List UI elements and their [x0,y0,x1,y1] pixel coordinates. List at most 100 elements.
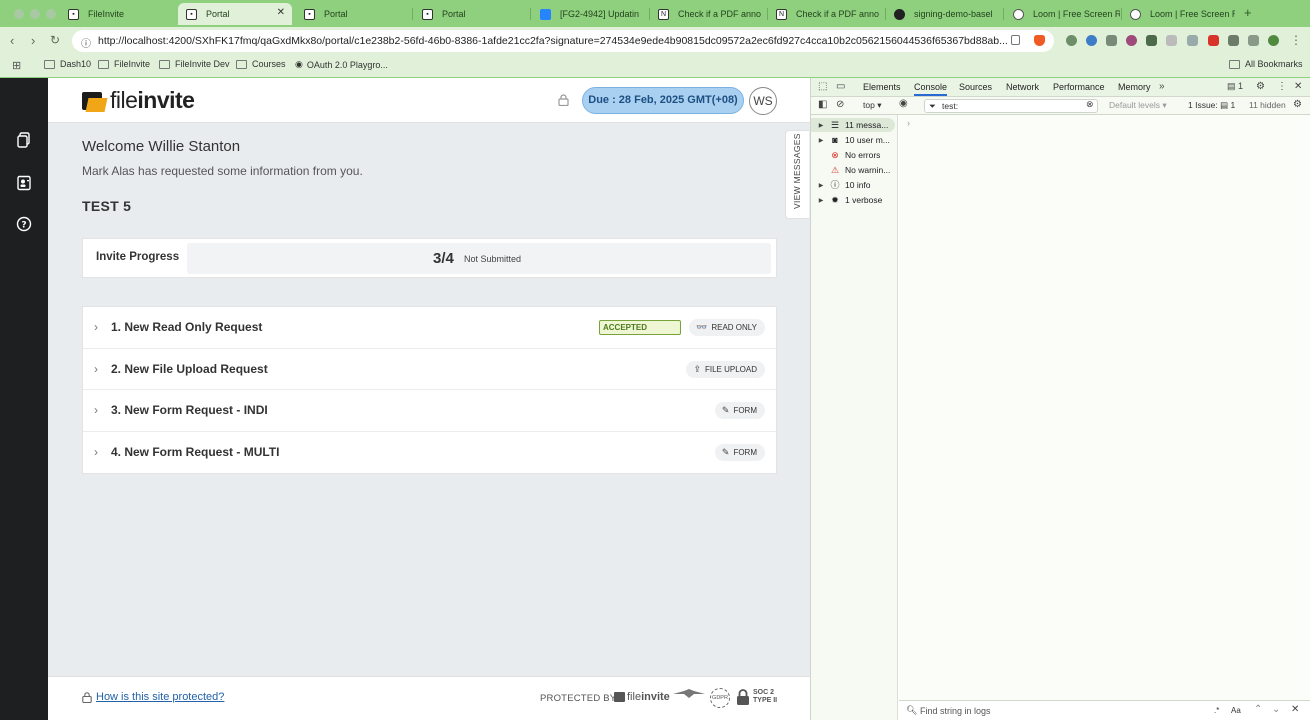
menu-dots-icon[interactable]: ⋮ [1290,33,1302,47]
notion-favicon-icon: N [776,8,787,20]
find-next-icon[interactable]: ⌄ [1272,704,1280,715]
tab-console[interactable]: Console [914,82,948,96]
expand-triangle-icon[interactable]: ▶ [816,122,826,129]
browser-tab[interactable]: ▪ FileInvite [60,3,175,25]
chevron-right-icon[interactable]: › [94,320,98,334]
extension-icon[interactable] [1166,35,1177,46]
browser-tab[interactable]: N Check if a PDF anno [650,3,765,25]
find-input[interactable]: Find string in logs [920,706,991,716]
extension-icon[interactable] [1126,35,1137,46]
request-row[interactable]: › 4. New Form Request - MULTI ✎ FORM [83,432,776,474]
back-icon[interactable]: ‹ [10,33,14,48]
browser-tab[interactable]: Loom | Free Screen R [1005,3,1120,25]
site-info-icon[interactable]: ⓘ [81,35,91,50]
browser-tab[interactable]: Loom | Free Screen R [1122,3,1235,25]
bookmark-item[interactable]: Courses [236,59,286,69]
window-minimize-button[interactable] [30,9,40,19]
browser-tab[interactable]: signing-demo-basel [886,3,1001,25]
extension-icon[interactable] [1146,35,1157,46]
extension-icon[interactable] [1187,35,1198,46]
console-settings-icon[interactable]: ⚙ [1293,99,1302,110]
tab-memory[interactable]: Memory [1118,82,1151,92]
clear-console-icon[interactable]: ⊘ [836,99,844,110]
forward-icon[interactable]: › [31,33,35,48]
brave-shield-icon[interactable] [1034,35,1045,46]
clear-filter-icon[interactable]: ⊗ [1086,99,1094,110]
view-messages-tab[interactable]: VIEW MESSAGES [785,130,809,219]
tab-elements[interactable]: Elements [863,82,901,92]
match-case-toggle[interactable]: Aa [1231,706,1241,715]
find-prev-icon[interactable]: ⌃ [1254,704,1262,715]
expand-triangle-icon[interactable]: ▶ [816,137,826,144]
close-devtools-icon[interactable]: ✕ [1294,81,1302,92]
documents-icon[interactable] [16,132,32,148]
browser-tab-active[interactable]: ▪ Portal ✕ [178,3,292,25]
bookmark-item[interactable]: FileInvite Dev [159,59,230,69]
window-zoom-button[interactable] [46,9,56,19]
chevron-right-icon[interactable]: › [94,362,98,376]
chevron-right-icon[interactable]: › [94,403,98,417]
loom-favicon-icon [1013,8,1024,20]
site-protection-link[interactable]: How is this site protected? [96,691,224,703]
tab-sources[interactable]: Sources [959,82,992,92]
expand-triangle-icon[interactable]: ▶ [816,197,826,204]
request-row[interactable]: › 2. New File Upload Request ⇪ FILE UPLO… [83,349,776,390]
sidebar-item-messages[interactable]: ▶ ☰ 11 messa... [811,118,895,132]
tab-network[interactable]: Network [1006,82,1039,92]
browser-tab[interactable]: [FG2-4942] Updatin [532,3,647,25]
log-levels-dropdown[interactable]: Default levels ▾ [1109,100,1167,111]
invite-title: TEST 5 [82,198,132,214]
settings-gear-icon[interactable]: ⚙ [1256,81,1265,92]
tab-divider [530,8,531,20]
tab-close-icon[interactable]: ✕ [277,7,285,18]
reload-icon[interactable]: ↻ [50,33,60,47]
help-icon[interactable]: ? [16,216,32,232]
regex-toggle[interactable]: .* [1214,706,1219,715]
extension-icon[interactable] [1086,35,1097,46]
browser-tab[interactable]: N Check if a PDF anno [768,3,883,25]
sidebar-item-info[interactable]: ▶ ⓘ 10 info [811,178,871,192]
device-toolbar-icon[interactable]: ▭ [836,81,845,92]
extension-icon[interactable] [1066,35,1077,46]
share-icon[interactable] [1011,35,1020,45]
more-options-icon[interactable]: ⋮ [1277,81,1287,92]
fileinvite-logo[interactable]: fileinvite [82,87,195,114]
tab-performance[interactable]: Performance [1053,82,1105,92]
browser-tab[interactable]: ▪ Portal [296,3,410,25]
profile-icon[interactable] [1268,35,1279,46]
window-close-button[interactable] [14,9,24,19]
sidebar-item-warnings[interactable]: ⚠ No warnin... [811,163,890,177]
close-find-icon[interactable]: ✕ [1291,704,1299,715]
request-row[interactable]: › 1. New Read Only Request ACCEPTED 👓 RE… [83,307,776,349]
apps-grid-icon[interactable]: ⊞ [12,59,21,72]
inspect-element-icon[interactable]: ⬚ [818,81,827,92]
new-tab-icon[interactable]: + [1244,5,1252,20]
sidebar-item-verbose[interactable]: ▶ ✹ 1 verbose [811,193,883,207]
issues-link[interactable]: 1 Issue: ▤ 1 [1188,100,1235,111]
bookmark-item[interactable]: Dash10 [44,59,91,69]
console-output[interactable]: › [899,115,1310,705]
request-row[interactable]: › 3. New Form Request - INDI ✎ FORM [83,390,776,432]
progress-status: Not Submitted [464,254,522,264]
puzzle-icon[interactable] [1228,35,1239,46]
contact-card-icon[interactable] [16,175,32,191]
browser-tab[interactable]: ▪ Portal [414,3,528,25]
live-expression-eye-icon[interactable]: ◉ [899,98,908,109]
sidebar-item-errors[interactable]: ⊗ No errors [811,148,880,162]
avatar[interactable]: WS [749,87,777,115]
extension-icon[interactable] [1106,35,1117,46]
address-bar[interactable]: ⓘ http://localhost:4200/SXhFK17fmq/qaGxd… [72,30,1054,52]
expand-triangle-icon[interactable]: ▶ [816,182,826,189]
console-filter-input[interactable]: ⏷ test: [924,99,1098,113]
issues-counter-icon[interactable]: ▤ 1 [1227,81,1243,92]
chevron-right-icon[interactable]: › [94,445,98,459]
sidebar-toggle-icon[interactable]: ◧ [818,99,827,110]
more-tabs-icon[interactable]: » [1159,81,1165,92]
bookmark-item[interactable]: ◉ OAuth 2.0 Playgro... [295,59,388,70]
context-select[interactable]: top ▾ [863,100,881,111]
sidebar-item-user-messages[interactable]: ▶ ◙ 10 user m... [811,133,890,147]
bookmark-item[interactable]: FileInvite [98,59,150,69]
all-bookmarks[interactable]: All Bookmarks [1229,59,1303,69]
extension-icon[interactable] [1248,35,1259,46]
extension-icon[interactable] [1208,35,1219,46]
